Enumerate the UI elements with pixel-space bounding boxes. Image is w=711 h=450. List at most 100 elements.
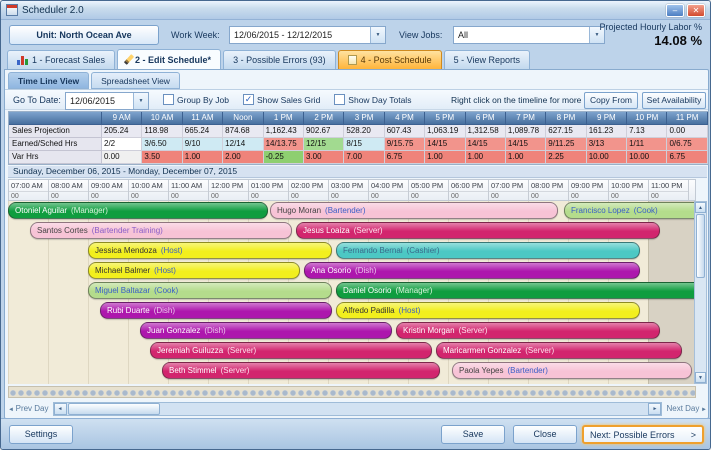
hour-label: 11:00 AM xyxy=(169,180,208,191)
shift-bar-daniel-osorio[interactable]: Daniel Osorio(Manager) xyxy=(336,282,696,299)
checkbox-show-day-totals[interactable]: Show Day Totals xyxy=(334,94,411,105)
grid-cell: 902.67 xyxy=(304,125,344,138)
grid-cell: 12/15 xyxy=(304,138,344,151)
close-button[interactable]: Close xyxy=(513,425,577,444)
job-label: (Server) xyxy=(354,226,383,235)
next-possible-errors-button[interactable]: Next: Possible Errors > xyxy=(582,425,704,444)
checkbox-box[interactable] xyxy=(243,94,254,105)
tab-strip: 1 - Forecast Sales2 - Edit Schedule*3 - … xyxy=(7,49,704,69)
horizontal-scrollbar[interactable] xyxy=(53,402,663,416)
tab-1-forecast-sales[interactable]: 1 - Forecast Sales xyxy=(7,50,115,69)
shift-bar-beth-stimmel[interactable]: Beth Stimmel (Server) xyxy=(162,362,440,379)
prev-day-button[interactable]: Prev Day xyxy=(8,404,49,413)
grid-cell: 10.00 xyxy=(627,151,667,164)
timeline-hour: 03:00 PM00 xyxy=(329,180,369,200)
job-label: (Dish) xyxy=(204,326,225,335)
close-icon[interactable]: ✕ xyxy=(687,4,705,17)
timeline-row: Miguel Baltazar(Cook)Daniel Osorio(Manag… xyxy=(8,281,696,301)
hour-label: 10:00 AM xyxy=(129,180,168,191)
go-to-date-select[interactable]: 12/06/2015 xyxy=(65,92,149,110)
shift-bar-otoniel-aguilar[interactable]: Otoniel Aguilar(Manager) xyxy=(8,202,268,219)
shift-bar-francisco-lopez[interactable]: Francisco Lopez(Cook) xyxy=(564,202,696,219)
horizontal-scroll-thumb[interactable] xyxy=(68,403,160,415)
grid-cell: 3/13 xyxy=(587,138,627,151)
shift-bar-alfredo-padilla[interactable]: Alfredo Padilla(Host) xyxy=(336,302,640,319)
tab-2-edit-schedule[interactable]: 2 - Edit Schedule* xyxy=(117,49,221,69)
shift-bar-ana-osorio[interactable]: Ana Osorio(Dish) xyxy=(304,262,640,279)
tab-label: 4 - Post Schedule xyxy=(361,55,432,65)
job-label: (Dish) xyxy=(154,306,175,315)
work-week-select[interactable]: 12/06/2015 - 12/12/2015 xyxy=(229,26,386,44)
shift-bar-jessica-mendoza[interactable]: Jessica Mendoza(Host) xyxy=(88,242,332,259)
minimize-button[interactable]: – xyxy=(666,4,684,17)
timeline-hour: 04:00 PM00 xyxy=(369,180,409,200)
subtab-spreadsheet-view[interactable]: Spreadsheet View xyxy=(91,72,180,89)
sales-grid-hour-header: 10 PM xyxy=(627,112,667,125)
settings-button[interactable]: Settings xyxy=(9,425,73,444)
next-day-button[interactable]: Next Day xyxy=(666,404,707,413)
shift-bar-juan-gonzalez[interactable]: Juan Gonzalez(Dish) xyxy=(140,322,392,339)
timeline-row: Juan Gonzalez(Dish)Kristin Morgan(Server… xyxy=(8,321,696,341)
hour-label: 04:00 PM xyxy=(369,180,408,191)
sales-grid-corner xyxy=(9,112,102,125)
job-label: (Server) xyxy=(525,346,554,355)
minute-label: 00 xyxy=(529,191,568,201)
shift-bar-santos-cortes[interactable]: Santos Cortes(Bartender Training) xyxy=(30,222,292,239)
chevron-down-icon[interactable] xyxy=(133,93,148,109)
job-label: (Server) xyxy=(221,366,250,375)
grid-cell: 7.13 xyxy=(627,125,667,138)
scroll-left-icon[interactable] xyxy=(54,403,67,415)
checkbox-show-sales-grid[interactable]: Show Sales Grid xyxy=(243,94,320,105)
hour-label: 06:00 PM xyxy=(449,180,488,191)
tab-5-view-reports[interactable]: 5 - View Reports xyxy=(444,50,530,69)
shift-bar-jeremiah-guiluzza[interactable]: Jeremiah Guiluzza(Server) xyxy=(150,342,432,359)
tab-4-post-schedule[interactable]: 4 - Post Schedule xyxy=(338,50,442,69)
scroll-up-icon[interactable] xyxy=(695,202,706,213)
grid-cell: 9/15.75 xyxy=(385,138,425,151)
timeline-grip-strip[interactable] xyxy=(8,386,696,398)
vertical-scrollbar[interactable] xyxy=(694,201,707,384)
timeline-hour: 09:00 AM00 xyxy=(89,180,129,200)
post-icon xyxy=(348,55,357,65)
grid-cell: 607.43 xyxy=(385,125,425,138)
minute-label: 00 xyxy=(89,191,128,201)
timeline-row: Santos Cortes(Bartender Training)Jesus L… xyxy=(8,221,696,241)
shift-bar-miguel-baltazar[interactable]: Miguel Baltazar(Cook) xyxy=(88,282,332,299)
shift-bar-rubi-duarte[interactable]: Rubi Duarte(Dish) xyxy=(100,302,332,319)
tab-3-possible-errors-93[interactable]: 3 - Possible Errors (93) xyxy=(223,50,336,69)
shift-bar-maricarmen-gonzalez[interactable]: Maricarmen Gonzalez(Server) xyxy=(436,342,682,359)
employee-name: Otoniel Aguilar xyxy=(15,206,67,215)
toolbar-checkboxes: Group By Job Show Sales Grid Show Day Tota… xyxy=(163,94,411,105)
sales-grid-hour-header: 6 PM xyxy=(466,112,506,125)
shift-bar-paola-yepes[interactable]: Paola Yepes(Bartender) xyxy=(452,362,692,379)
unit-button[interactable]: Unit: North Ocean Ave xyxy=(9,25,159,45)
shift-bar-jesus-loaiza[interactable]: Jesus Loaiza(Server) xyxy=(296,222,660,239)
save-button[interactable]: Save xyxy=(441,425,505,444)
shift-bar-michael-balmer[interactable]: Michael Balmer(Host) xyxy=(88,262,300,279)
checkbox-group-by-job[interactable]: Group By Job xyxy=(163,94,229,105)
checkbox-label: Show Sales Grid xyxy=(257,95,320,105)
checkbox-box[interactable] xyxy=(334,94,345,105)
timeline-hour: 02:00 PM00 xyxy=(289,180,329,200)
copy-from-button[interactable]: Copy From xyxy=(584,92,638,109)
vertical-scroll-thumb[interactable] xyxy=(696,214,705,278)
scroll-right-icon[interactable] xyxy=(648,403,661,415)
chevron-down-icon[interactable] xyxy=(370,27,385,43)
employee-name: Paola Yepes xyxy=(459,366,504,375)
minute-label: 00 xyxy=(569,191,608,201)
set-availability-button[interactable]: Set Availability xyxy=(642,92,706,109)
minute-label: 00 xyxy=(409,191,448,201)
scroll-down-icon[interactable] xyxy=(695,372,706,383)
grid-cell: 1,162.43 xyxy=(264,125,304,138)
subtab-time-line-view[interactable]: Time Line View xyxy=(8,72,89,89)
projected-labor: Projected Hourly Labor % 14.08 % xyxy=(532,22,702,48)
checkbox-label: Show Day Totals xyxy=(348,95,411,105)
shift-bar-hugo-moran[interactable]: Hugo Moran(Bartender) xyxy=(270,202,558,219)
grid-cell: 3.50 xyxy=(142,151,182,164)
employee-name: Beth Stimmel xyxy=(169,366,217,375)
checkbox-box[interactable] xyxy=(163,94,174,105)
shift-bar-kristin-morgan[interactable]: Kristin Morgan(Server) xyxy=(396,322,660,339)
timeline-hour: 10:00 PM00 xyxy=(609,180,649,200)
timeline-rows[interactable]: Otoniel Aguilar(Manager)Hugo Moran(Barte… xyxy=(8,201,696,384)
shift-bar-fernando-bernal[interactable]: Fernando Bernal(Cashier) xyxy=(336,242,640,259)
